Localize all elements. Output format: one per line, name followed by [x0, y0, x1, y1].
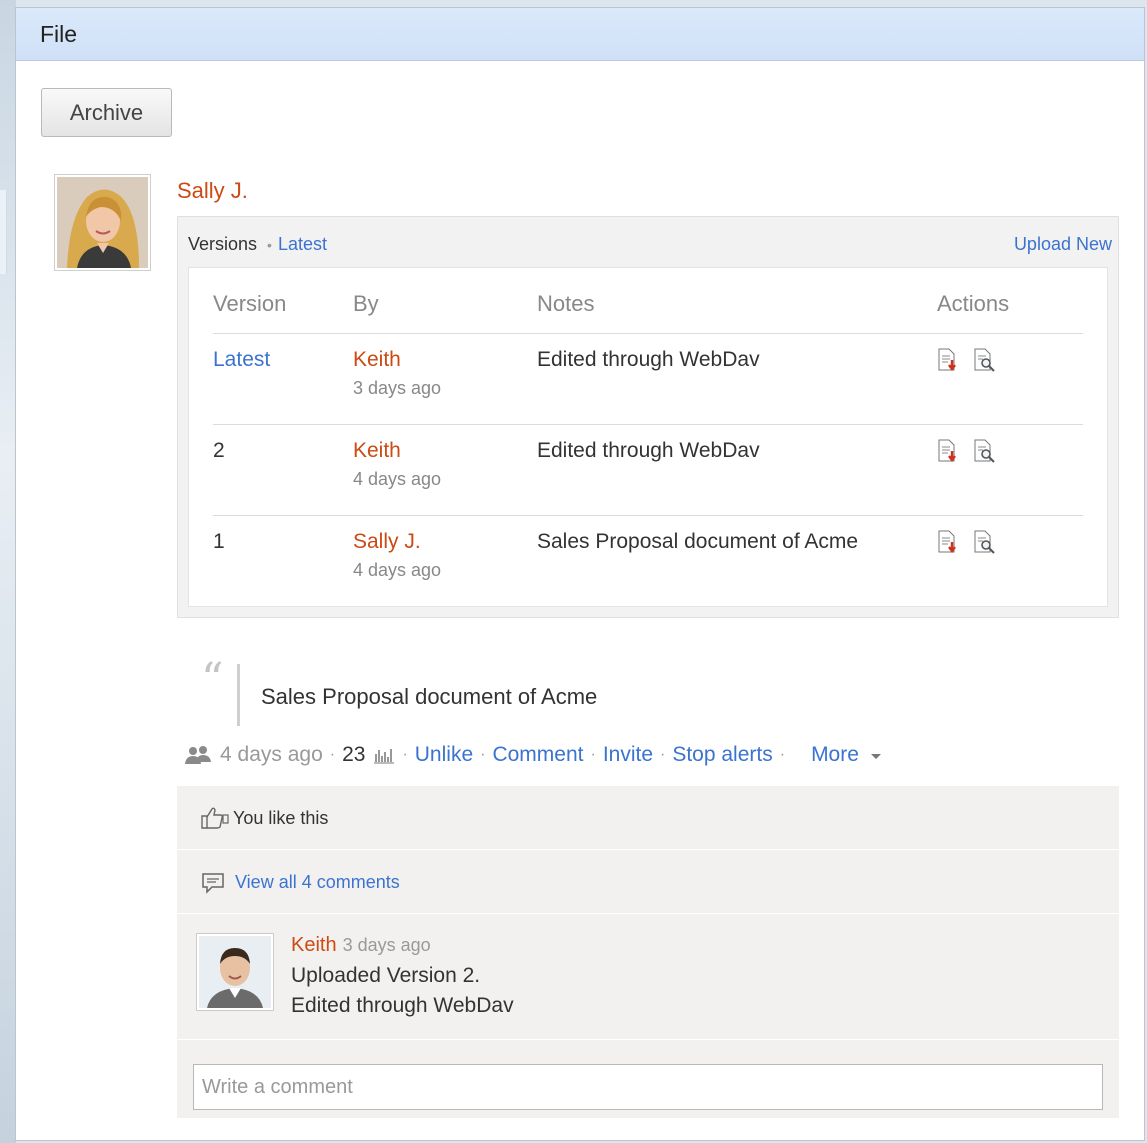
column-header-version: Version: [213, 282, 353, 334]
comment-author-line: Keith 3 days ago: [291, 934, 431, 957]
post-time: 4 days ago: [220, 743, 323, 766]
notes-cell: Edited through WebDav: [537, 424, 937, 516]
quote-text: Sales Proposal document of Acme: [261, 684, 598, 709]
by-cell: Keith 3 days ago: [353, 333, 537, 425]
latest-link[interactable]: Latest: [278, 234, 327, 254]
version-cell: 1: [213, 530, 225, 553]
upload-new-link[interactable]: Upload New: [1014, 217, 1112, 272]
thumbs-up-icon: [201, 807, 229, 829]
by-time: 4 days ago: [353, 560, 442, 580]
download-icon[interactable]: [937, 348, 959, 372]
left-sidebar-edge: [0, 0, 16, 1143]
invite-link[interactable]: Invite: [603, 743, 653, 767]
actions-cell: [937, 516, 1083, 607]
more-label: More: [811, 743, 859, 766]
more-menu-button[interactable]: More: [811, 743, 883, 767]
separator-dot: ·: [779, 746, 786, 763]
version-cell: Latest: [213, 333, 353, 425]
activity-feed: You like this View all 4 comments Keith …: [177, 786, 1119, 1118]
comment-time: 3 days ago: [342, 935, 431, 955]
comment-item: Keith 3 days ago Uploaded Version 2. Edit…: [177, 914, 1119, 1040]
preview-icon[interactable]: [973, 439, 997, 463]
actions-cell: [937, 333, 1083, 425]
keith-avatar-image: [199, 936, 271, 1008]
sally-avatar-image: [57, 177, 148, 268]
separator-dot: ·: [329, 746, 336, 763]
version-link[interactable]: Latest: [213, 348, 270, 371]
table-row: 2 Keith 4 days ago Edited through WebDav: [213, 424, 1083, 516]
comment-bubble-icon: [202, 873, 224, 894]
separator-dot: •: [267, 237, 272, 253]
post-actions-bar: 4 days ago · 23 · Unlike · Comment · Inv…: [184, 743, 883, 767]
notes-cell: Edited through WebDav: [537, 333, 937, 425]
comment-author[interactable]: Keith: [291, 934, 337, 956]
group-icon: [185, 746, 211, 764]
avatar[interactable]: [54, 174, 151, 271]
by-author[interactable]: Sally J.: [353, 530, 537, 554]
comment-text-line: Uploaded Version 2.: [291, 964, 481, 987]
by-time: 3 days ago: [353, 378, 442, 398]
versions-table: Version By Notes Actions Latest Keith 3 …: [213, 282, 1083, 606]
table-row: Latest Keith 3 days ago Edited through W…: [213, 333, 1083, 425]
download-icon[interactable]: [937, 439, 959, 463]
quote-bar: [237, 664, 240, 726]
table-row: 1 Sally J. 4 days ago Sales Proposal doc…: [213, 516, 1083, 607]
stop-alerts-link[interactable]: Stop alerts: [672, 743, 772, 767]
bar-chart-icon[interactable]: [371, 745, 395, 765]
by-time: 4 days ago: [353, 469, 442, 489]
versions-panel: Versions • Latest Upload New Version By No…: [177, 216, 1119, 618]
column-header-actions: Actions: [937, 282, 1083, 334]
sidebar-tab[interactable]: [0, 190, 7, 274]
by-author[interactable]: Keith: [353, 348, 537, 372]
file-panel: File Archive Sally J. Versions • Latest Up…: [15, 7, 1145, 1141]
versions-table-container: Version By Notes Actions Latest Keith 3 …: [188, 267, 1108, 607]
likes-row: You like this: [177, 786, 1119, 850]
by-cell: Sally J. 4 days ago: [353, 516, 537, 607]
separator-dot: ·: [590, 746, 596, 763]
notes-cell: Sales Proposal document of Acme: [537, 530, 859, 553]
version-cell: 2: [213, 424, 353, 516]
view-comments-row: View all 4 comments: [177, 850, 1119, 914]
panel-title: File: [16, 8, 1144, 61]
avatar[interactable]: [196, 933, 274, 1011]
versions-bar: Versions • Latest Upload New: [178, 217, 1118, 267]
separator-dot: ·: [402, 746, 408, 763]
download-icon[interactable]: [937, 530, 959, 554]
by-cell: Keith 4 days ago: [353, 424, 537, 516]
comment-input[interactable]: [193, 1064, 1103, 1110]
actions-cell: [937, 424, 1083, 516]
table-header-row: Version By Notes Actions: [213, 282, 1083, 334]
column-header-by: By: [353, 282, 537, 334]
preview-icon[interactable]: [973, 348, 997, 372]
archive-button[interactable]: Archive: [41, 88, 172, 137]
comment-text-line: Edited through WebDav: [291, 994, 514, 1017]
comment-link[interactable]: Comment: [492, 743, 583, 767]
versions-label: Versions: [188, 234, 258, 254]
column-header-notes: Notes: [537, 282, 937, 334]
by-author[interactable]: Keith: [353, 439, 537, 463]
separator-dot: ·: [660, 746, 666, 763]
quote-mark-icon: “: [201, 654, 224, 705]
view-count: 23: [342, 743, 366, 766]
likes-text: You like this: [233, 808, 329, 828]
separator-dot: ·: [480, 746, 486, 763]
view-all-comments-link[interactable]: View all 4 comments: [235, 872, 400, 893]
unlike-link[interactable]: Unlike: [415, 743, 473, 767]
chevron-down-icon: [870, 754, 881, 759]
post-author[interactable]: Sally J.: [177, 178, 248, 204]
preview-icon[interactable]: [973, 530, 997, 554]
